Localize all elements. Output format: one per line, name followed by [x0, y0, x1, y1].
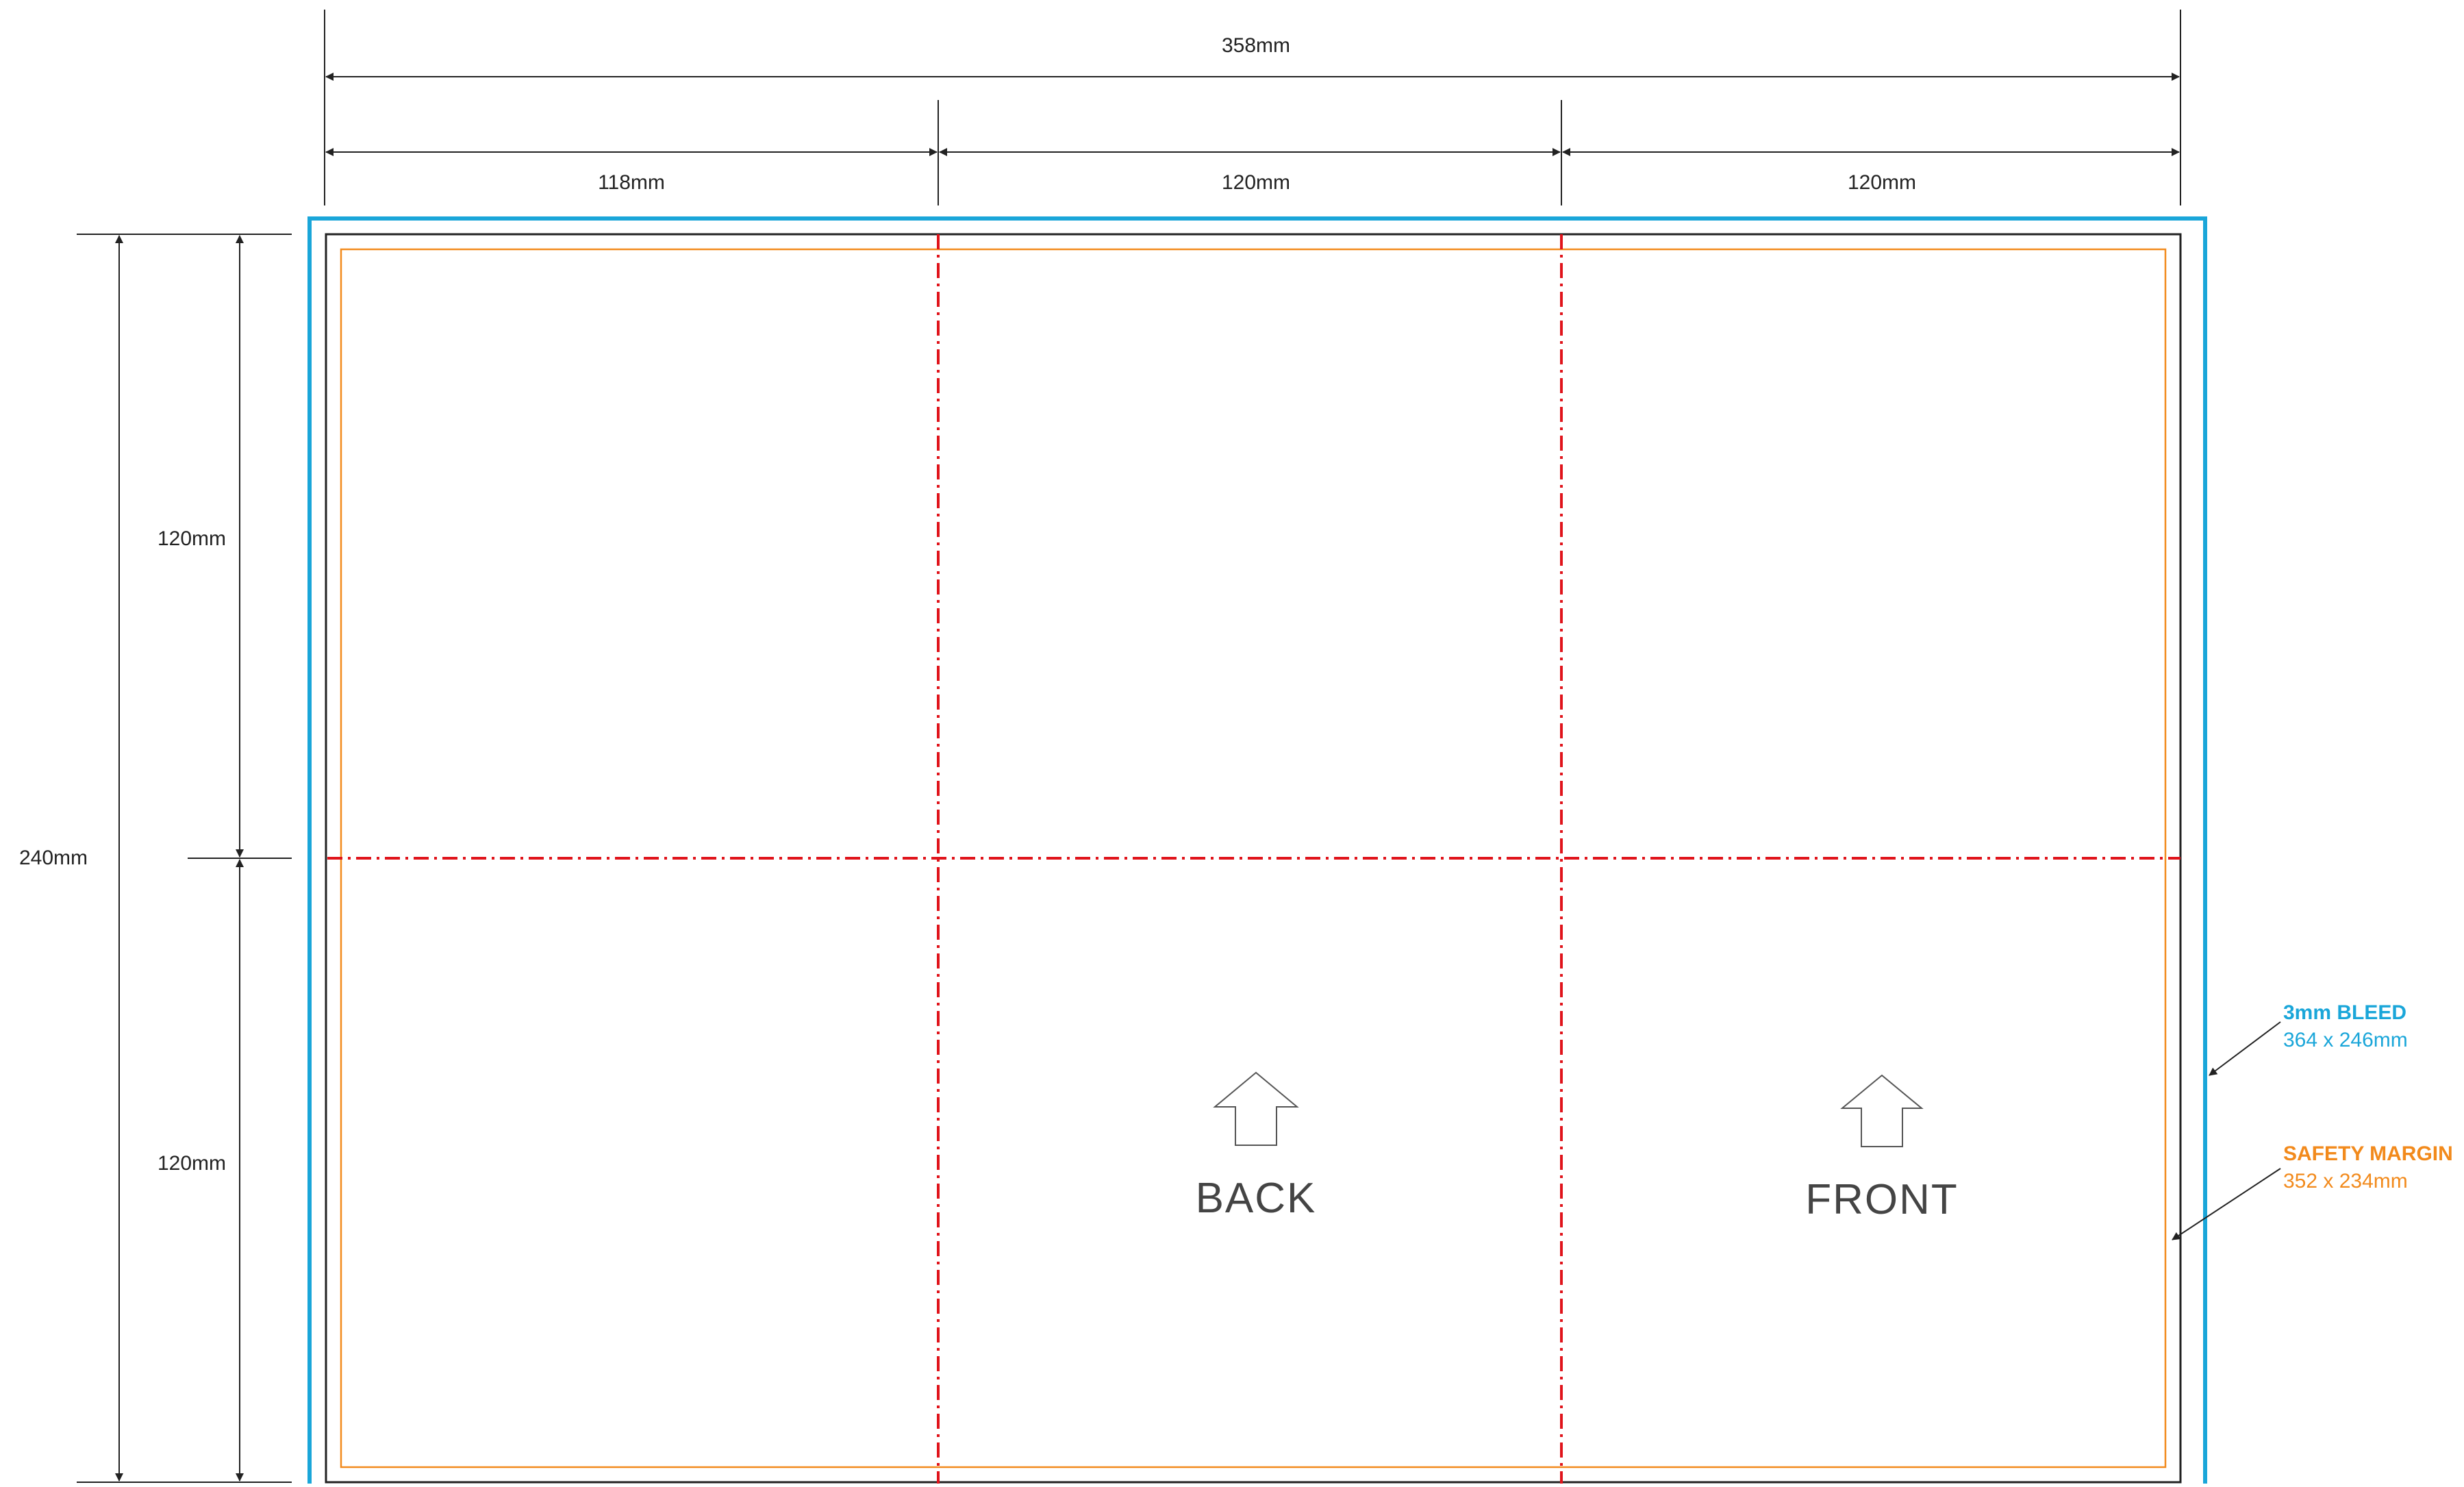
row-1-height-label: 120mm — [158, 527, 226, 550]
safety-callout: SAFETY MARGIN 352 x 234mm — [2172, 1142, 2453, 1240]
front-panel-marker: FRONT — [1805, 1074, 1959, 1223]
safety-callout-pointer — [2172, 1168, 2281, 1240]
col-3-width-label: 120mm — [1848, 171, 1916, 194]
template-canvas: 358mm 118mm 120mm 120mm 240mm 120mm 120m… — [19, 10, 2453, 1487]
vertical-dimensions — [77, 234, 292, 1483]
up-arrow-icon — [1840, 1074, 1924, 1147]
row-2-height-label: 120mm — [158, 1152, 226, 1175]
back-panel-label: BACK — [1196, 1175, 1317, 1222]
safety-callout-size: 352 x 234mm — [2283, 1170, 2408, 1192]
total-height-label: 240mm — [19, 847, 88, 869]
fold-lines — [327, 234, 2180, 1484]
bleed-callout-pointer — [2209, 1021, 2281, 1076]
bleed-callout-title: 3mm BLEED — [2283, 1001, 2406, 1024]
bleed-area — [307, 216, 2207, 1487]
total-width-label: 358mm — [1222, 34, 1290, 57]
front-panel-label: FRONT — [1805, 1176, 1959, 1223]
print-template-diagram: 358mm 118mm 120mm 120mm 240mm 120mm 120m… — [0, 0, 2464, 1487]
safety-callout-title: SAFETY MARGIN — [2283, 1142, 2453, 1165]
col-1-width-label: 118mm — [598, 171, 665, 194]
bleed-callout-size: 364 x 246mm — [2283, 1029, 2408, 1051]
bleed-callout: 3mm BLEED 364 x 246mm — [2209, 1001, 2408, 1076]
back-panel-marker: BACK — [1196, 1071, 1317, 1222]
col-2-width-label: 120mm — [1222, 171, 1290, 194]
up-arrow-icon — [1213, 1071, 1299, 1146]
